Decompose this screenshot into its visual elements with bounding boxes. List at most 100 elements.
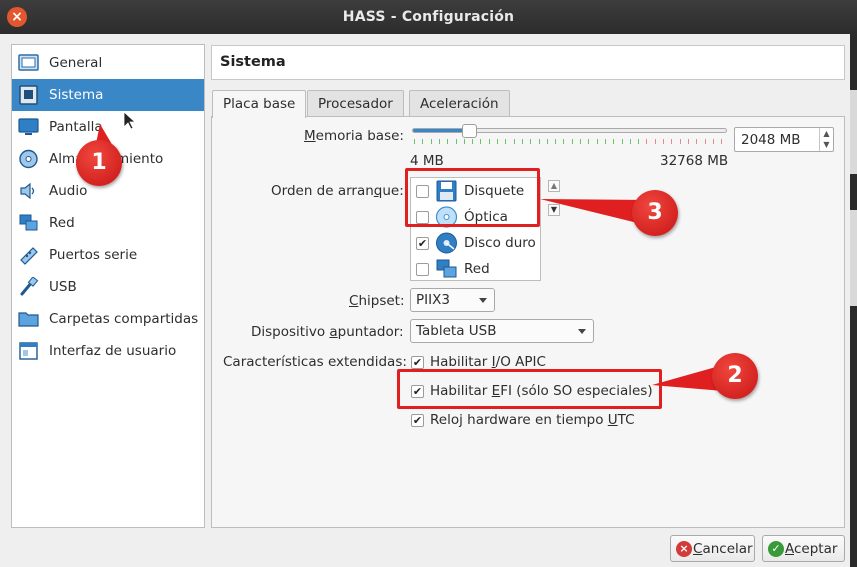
sidebar-item-network[interactable]: Red	[12, 207, 204, 239]
slider-tick	[580, 139, 581, 144]
slider-tick	[414, 139, 415, 144]
slider-tick	[497, 139, 498, 144]
slider-tick	[638, 139, 639, 144]
annotation-box-2	[397, 369, 662, 409]
user-interface-icon	[19, 342, 38, 360]
sidebar-item-serial-ports[interactable]: Puertos serie	[12, 239, 204, 271]
sidebar-item-label: Puertos serie	[49, 247, 138, 263]
tab-acceleration[interactable]: Aceleración	[409, 90, 510, 117]
base-memory-label: Memoria base:	[304, 128, 404, 144]
slider-tick	[713, 139, 714, 144]
slider-tick	[680, 139, 681, 144]
slider-tick	[480, 139, 481, 144]
tab-motherboard[interactable]: Placa base	[212, 90, 307, 118]
cancel-button[interactable]: × Cancelar	[670, 535, 755, 562]
sidebar-item-label: Carpetas compartidas	[49, 311, 199, 327]
general-icon	[18, 54, 39, 71]
checkbox[interactable]: ✔	[411, 356, 424, 369]
slider-tick	[547, 139, 548, 144]
settings-sidebar: General Sistema Pantalla Almacenamiento …	[11, 44, 205, 528]
slider-tick	[646, 139, 647, 144]
sidebar-item-user-interface[interactable]: Interfaz de usuario	[12, 335, 204, 367]
sidebar-item-usb[interactable]: USB	[12, 271, 204, 303]
slider-tick	[655, 139, 656, 144]
sidebar-item-general[interactable]: General	[12, 47, 204, 79]
boot-item-hard-disk[interactable]: ✔ Disco duro	[411, 230, 540, 256]
window-titlebar: × HASS - Configuración	[0, 0, 857, 34]
annotation-box-3	[405, 168, 540, 227]
extended-features-label: Características extendidas:	[223, 354, 407, 370]
slider-tick	[563, 139, 564, 144]
slider-tick	[505, 139, 506, 144]
sidebar-item-label: General	[49, 55, 103, 71]
background-window-edge	[850, 34, 857, 567]
storage-icon	[19, 149, 38, 169]
slider-tick	[688, 139, 689, 144]
shared-folders-icon	[18, 312, 39, 327]
slider-tick	[439, 139, 440, 144]
sidebar-item-display[interactable]: Pantalla	[12, 111, 204, 143]
chipset-label: Chipset:	[349, 293, 405, 309]
slider-tick	[530, 139, 531, 144]
sidebar-item-system[interactable]: Sistema	[12, 79, 204, 111]
slider-tick	[696, 139, 697, 144]
move-down-icon[interactable]: ▼	[548, 204, 560, 216]
usb-icon	[20, 277, 39, 296]
serial-ports-icon	[20, 247, 38, 265]
slider-tick	[464, 139, 465, 144]
sidebar-item-label: Audio	[49, 183, 88, 199]
page-title: Sistema	[220, 54, 286, 70]
chevron-down-icon[interactable]: ▼	[823, 140, 829, 149]
spin-arrows[interactable]: ▲ ▼	[819, 128, 833, 151]
annotation-badge-3: 3	[632, 190, 678, 236]
move-up-icon[interactable]: ▲	[548, 180, 560, 192]
sidebar-item-label: Sistema	[49, 87, 104, 103]
slider-tick	[671, 139, 672, 144]
chevron-up-icon[interactable]: ▲	[823, 129, 829, 138]
slider-tick	[456, 139, 457, 144]
slider-tick	[663, 139, 664, 144]
display-icon	[18, 118, 39, 135]
slider-tick	[622, 139, 623, 144]
boot-checkbox[interactable]	[416, 263, 429, 276]
slider-ticks	[414, 139, 726, 145]
checkbox[interactable]: ✔	[411, 414, 424, 427]
chipset-select[interactable]: PIIX3	[410, 288, 495, 312]
slider-tick	[588, 139, 589, 144]
sidebar-item-label: Interfaz de usuario	[49, 343, 177, 359]
annotation-badge-2: 2	[712, 353, 758, 399]
chevron-down-icon	[479, 298, 487, 303]
sidebar-item-label: Red	[49, 215, 75, 231]
slider-tick	[705, 139, 706, 144]
sidebar-item-shared-folders[interactable]: Carpetas compartidas	[12, 303, 204, 335]
slider-fill	[413, 129, 467, 132]
sidebar-item-label: USB	[49, 279, 77, 295]
network-icon	[19, 214, 38, 231]
system-icon	[19, 85, 38, 105]
slider-tick	[522, 139, 523, 144]
tab-processor[interactable]: Procesador	[307, 90, 404, 117]
boot-order-label: Orden de arranque:	[271, 183, 404, 199]
slider-tick	[489, 139, 490, 144]
pointing-device-select[interactable]: Tableta USB	[410, 319, 594, 343]
base-memory-value: 2048 MB	[741, 132, 801, 148]
network-boot-icon	[436, 259, 457, 278]
slider-tick	[472, 139, 473, 144]
slider-handle[interactable]	[462, 124, 477, 138]
memory-min-label: 4 MB	[410, 153, 444, 169]
hard-disk-icon	[436, 232, 457, 254]
slider-tick	[539, 139, 540, 144]
base-memory-slider[interactable]	[412, 128, 727, 133]
slider-tick	[431, 139, 432, 144]
slider-tick	[630, 139, 631, 144]
cancel-icon: ×	[676, 541, 692, 557]
boot-item-network[interactable]: Red	[411, 256, 540, 282]
base-memory-spinbox[interactable]: 2048 MB ▲ ▼	[734, 127, 834, 152]
slider-tick	[613, 139, 614, 144]
slider-tick	[422, 139, 423, 144]
accept-button[interactable]: ✓ Aceptar	[762, 535, 845, 562]
slider-tick	[447, 139, 448, 144]
boot-checkbox[interactable]: ✔	[416, 237, 429, 250]
annotation-badge-1: 1	[76, 140, 122, 186]
pointing-device-label: Dispositivo apuntador:	[251, 324, 404, 340]
